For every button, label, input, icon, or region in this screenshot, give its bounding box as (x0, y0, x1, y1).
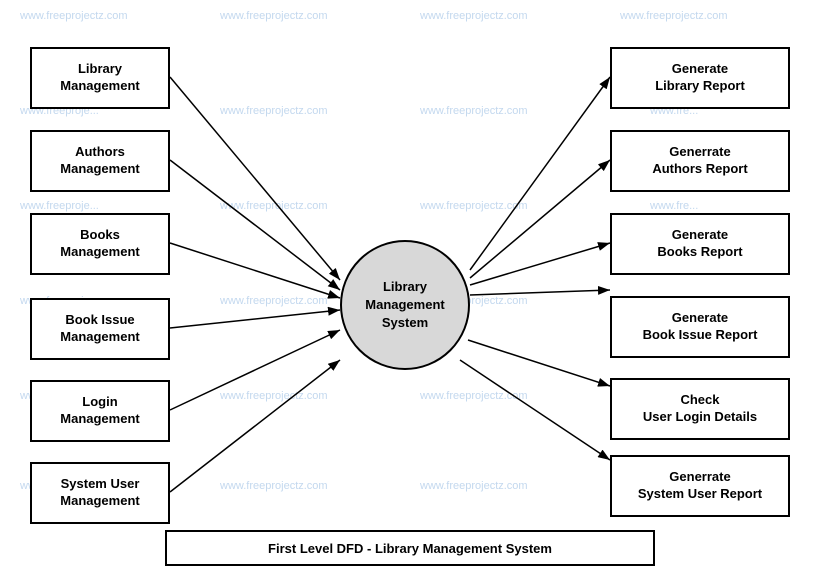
node-authors-management: Authors Management (30, 130, 170, 192)
watermark-1: www.freeprojectz.com (20, 10, 128, 22)
watermark-11: www.freeprojectz.com (420, 200, 528, 212)
watermark-6: www.freeprojectz.com (220, 105, 328, 117)
watermark-7: www.freeprojectz.com (420, 105, 528, 117)
node-login-management: Login Management (30, 380, 170, 442)
watermark-19: www.freeprojectz.com (420, 390, 528, 402)
node-bookissue-management: Book Issue Management (30, 298, 170, 360)
watermark-10: www.freeprojectz.com (220, 200, 328, 212)
node-gen-books-report: Generate Books Report (610, 213, 790, 275)
node-library-management: Library Management (30, 47, 170, 109)
node-gen-authors-report: Generrate Authors Report (610, 130, 790, 192)
node-check-login: Check User Login Details (610, 378, 790, 440)
node-gen-bookissue-report: Generate Book Issue Report (610, 296, 790, 358)
watermark-9: www.freeproje... (20, 200, 99, 212)
diagram-container: www.freeprojectz.com www.freeprojectz.co… (0, 0, 823, 571)
watermark-2: www.freeprojectz.com (220, 10, 328, 22)
watermark-23: www.freeprojectz.com (420, 480, 528, 492)
watermark-4: www.freeprojectz.com (620, 10, 728, 22)
node-gen-sysuser-report: Generrate System User Report (610, 455, 790, 517)
node-books-management: Books Management (30, 213, 170, 275)
watermark-14: www.freeprojectz.com (220, 295, 328, 307)
watermark-3: www.freeprojectz.com (420, 10, 528, 22)
watermark-12: www.fre... (650, 200, 698, 212)
diagram-caption: First Level DFD - Library Management Sys… (165, 530, 655, 566)
node-sysuser-management: System User Management (30, 462, 170, 524)
center-node: Library Management System (340, 240, 470, 370)
node-gen-lib-report: Generate Library Report (610, 47, 790, 109)
watermark-18: www.freeprojectz.com (220, 390, 328, 402)
watermark-22: www.freeprojectz.com (220, 480, 328, 492)
